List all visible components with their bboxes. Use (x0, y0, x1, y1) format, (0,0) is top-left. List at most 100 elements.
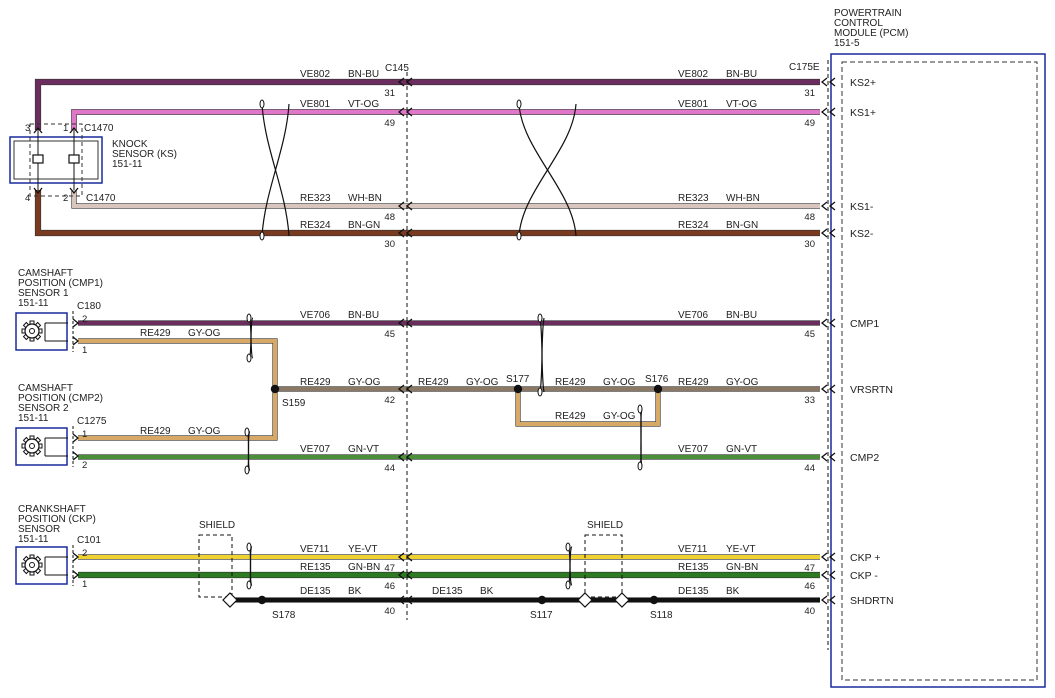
splice-label-s176: S176 (645, 374, 669, 385)
ks-connector-label-top: C1470 (84, 123, 114, 134)
wire-circuit-label: VE802 (678, 69, 708, 80)
shield-label-right: SHIELD (587, 520, 623, 531)
pcm-pin-arrow (820, 107, 828, 117)
pcm-signal-label: SHDRTN (850, 595, 894, 607)
pcm-pin-arrow (820, 570, 828, 580)
wire-circuit-label: RE429 (140, 426, 171, 437)
wire-color-label: BN-GN (726, 220, 758, 231)
wire-circuit-label: RE324 (678, 220, 709, 231)
pcm-pin-arrow (820, 384, 828, 394)
wire-color-label: BK (480, 586, 494, 597)
sensor-pin-arrow (72, 570, 80, 580)
wire-circuit-label: VE706 (300, 310, 330, 321)
wire-color-label: GY-OG (188, 328, 221, 339)
wire-circuit-label: RE429 (418, 377, 449, 388)
wire-circuit-label: RE429 (300, 377, 331, 388)
splice-label-s178: S178 (272, 610, 296, 621)
pcm-pin-arrow (820, 201, 828, 211)
wire-circuit-label: VE707 (678, 444, 708, 455)
wire-color-label: GY-OG (348, 377, 381, 388)
ks-connector-label-bottom: C1470 (86, 193, 116, 204)
wire-circuit-label: VE801 (678, 99, 708, 110)
splice-label-s117: S117 (530, 610, 553, 621)
ks-pin-4: 4 (25, 193, 30, 204)
pcm-signal-label: CKP - (850, 570, 878, 582)
twist-cmp1-bottom (246, 353, 252, 363)
shield-ground-right-a (577, 592, 593, 608)
twist-cmp1-right-top (537, 313, 543, 323)
wire-color-label: VT-OG (348, 99, 379, 110)
wire-color-label: YE-VT (726, 544, 755, 555)
twist-ckp-right-bottom (565, 580, 571, 590)
wire-circuit-label: RE135 (678, 562, 709, 573)
pcm-pin-arrow (820, 595, 828, 605)
ks-name: 151-11 (112, 159, 143, 170)
wire-color-label: WH-BN (348, 193, 382, 204)
wire-color-label: BN-GN (348, 220, 380, 231)
pcm-pin-number: 40 (804, 606, 815, 617)
sensor-name: 151-11 (18, 298, 49, 309)
wire-color-label: BK (348, 586, 362, 597)
pcm-signal-label: KS1+ (850, 107, 876, 119)
ks-element-a (32, 154, 44, 164)
splice-s118 (649, 595, 659, 605)
c145-pin-number: 45 (384, 329, 395, 340)
wire-color-label: BN-BU (726, 69, 757, 80)
twist-ckp-left-b (248, 546, 253, 586)
c145-pin-number: 48 (384, 212, 395, 223)
shield-label-left: SHIELD (199, 520, 235, 531)
c145-pin-number: 44 (384, 463, 395, 474)
splice-label-s177: S177 (506, 374, 530, 385)
wire-color-label: GN-VT (348, 444, 379, 455)
sensor-pin-arrow (72, 433, 80, 443)
twist-ckp-right-top (565, 542, 571, 552)
pcm-signal-label: VRSRTN (850, 384, 893, 396)
wire-circuit-label: RE429 (555, 377, 586, 388)
splice-label-s159: S159 (282, 398, 306, 409)
pcm-pin-number: 46 (804, 581, 815, 592)
sensor-pin-bottom: 1 (82, 345, 87, 356)
wire-circuit-label: RE323 (300, 193, 331, 204)
wire-circuit-label: VE801 (300, 99, 330, 110)
wire-circuit-label: DE135 (432, 586, 463, 597)
twist-ckp-left-top (246, 542, 252, 552)
gear-icon-body (24, 323, 40, 339)
wire-circuit-label: RE324 (300, 220, 331, 231)
twist-cmp1-top (246, 313, 252, 323)
twist-ckp-left-bottom (246, 580, 252, 590)
twist-ks-left-a-top (259, 99, 265, 109)
sensor-connector-label: C1275 (77, 416, 107, 427)
text-layer: KS2+31KS1+49KS1-48KS2-30CMP145VRSRTN33CM… (18, 8, 908, 621)
wire-circuit-label: RE429 (678, 377, 709, 388)
pcm-pin-number: 49 (804, 118, 815, 129)
ks-pin-2: 2 (63, 193, 68, 204)
pcm-signal-label: CMP2 (850, 452, 879, 464)
c145-pin-number: 47 (384, 563, 395, 574)
twist-ks-right-b (518, 103, 577, 237)
wire-color-label: BK (726, 586, 740, 597)
wire-color-label: GY-OG (726, 377, 759, 388)
wire-color-label: WH-BN (726, 193, 760, 204)
wire-circuit-label: VE711 (300, 544, 330, 555)
splice-s159 (270, 384, 280, 394)
gear-icon (21, 320, 43, 342)
pcm-box (830, 53, 1046, 688)
pcm-pin-arrow (820, 452, 828, 462)
wire-circuit-label: VE802 (300, 69, 330, 80)
sensor-pin-top: 2 (82, 314, 87, 325)
pcm-pin-number: 30 (804, 239, 815, 250)
twist-cmp2-top (244, 427, 250, 437)
splice-s176 (653, 384, 663, 394)
sensor-pin-arrow (72, 336, 80, 346)
twist-ks-left-a-bottom (259, 231, 265, 241)
sensor-name: 151-11 (18, 413, 49, 424)
gear-icon-body (24, 438, 40, 454)
c145-pin-number: 42 (384, 395, 395, 406)
gear-icon (21, 554, 43, 576)
twist-cmp2-bottom (244, 465, 250, 475)
sensor-pin-arrow (72, 552, 80, 562)
c145-pin-number: 46 (384, 581, 395, 592)
splice-s117 (537, 595, 547, 605)
pcm-signal-label: KS1- (850, 201, 874, 213)
wire-color-label: BN-BU (348, 69, 379, 80)
